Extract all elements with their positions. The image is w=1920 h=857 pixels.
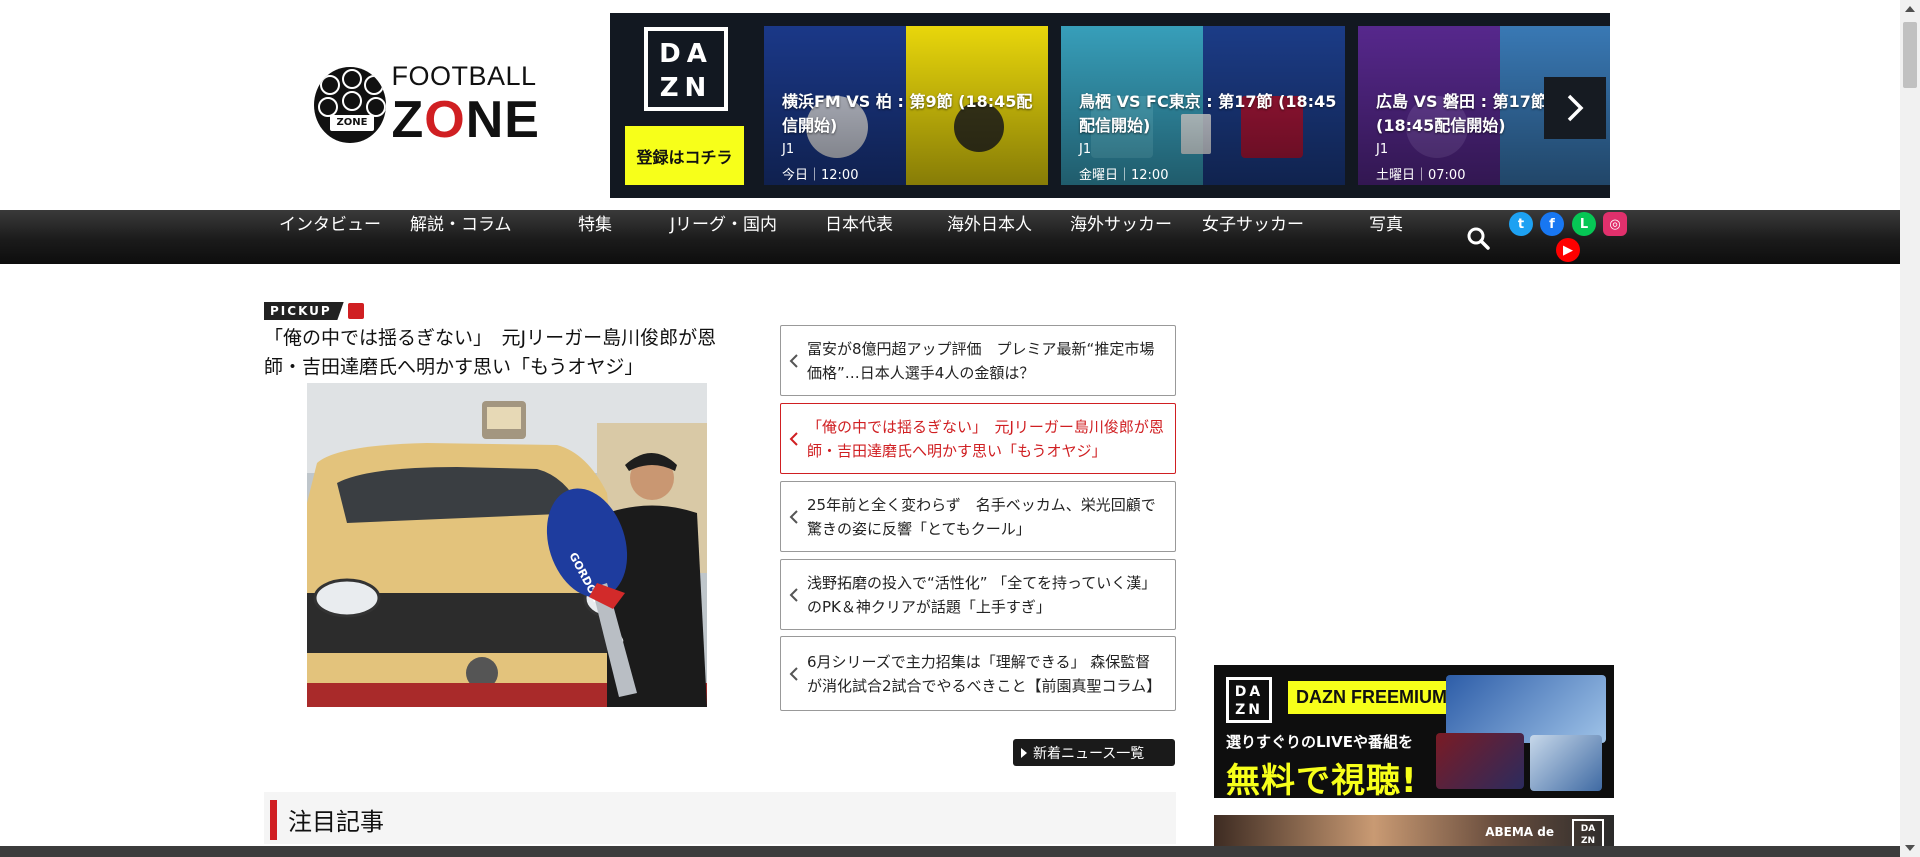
- nav-item-column[interactable]: 解説・コラム: [410, 210, 512, 264]
- news-title: 浅野拓磨の投入で“活性化” 「全てを持っていく漢」のPK＆神クリアが話題「上手す…: [807, 573, 1157, 616]
- next-match-button[interactable]: [1544, 77, 1606, 139]
- match-league: J1: [1079, 142, 1092, 157]
- match-time: 土曜日｜07:00: [1376, 168, 1466, 183]
- dazn-freemium-ad[interactable]: DA ZN DAZN FREEMIUM 選りすぐりのLIVEや番組を 無料で視聴…: [1214, 665, 1614, 798]
- nav-item-photo[interactable]: 写真: [1369, 210, 1403, 264]
- instagram-icon[interactable]: ◎: [1603, 212, 1627, 236]
- match-title: 鳥栖 VS FC東京 : 第17節 (18:45配信開始): [1079, 92, 1337, 135]
- match-time: 今日｜12:00: [782, 168, 859, 183]
- featured-heading-text: 注目記事: [288, 808, 384, 836]
- pickup-title[interactable]: 「俺の中では揺るぎない」 元Jリーガー島川俊郎が恩師・吉田達磨氏へ明かす思い「も…: [264, 324, 744, 382]
- nav-item-overseas-japanese[interactable]: 海外日本人: [947, 210, 1032, 264]
- logo-line1: FOOTBALL: [391, 60, 537, 91]
- search-icon[interactable]: [1466, 226, 1490, 250]
- match-time: 金曜日｜12:00: [1079, 168, 1169, 183]
- nav-item-jleague[interactable]: Jリーグ・国内: [670, 210, 777, 264]
- news-title: 「俺の中では揺るぎない」 元Jリーガー島川俊郎が恩師・吉田達磨氏へ明かす思い「も…: [807, 417, 1164, 460]
- bottom-bar: [0, 846, 1900, 857]
- pickup-image[interactable]: GORDON MILLER: [307, 383, 707, 707]
- chevron-left-icon: [789, 587, 798, 602]
- logo-line2: ZONE: [391, 90, 540, 149]
- dazn-register-button[interactable]: 登録はコチラ: [625, 126, 744, 185]
- page: ZONE FOOTBALL ZONE DA ZN 登録はコチラ 横浜FM VS …: [0, 0, 1920, 857]
- chevron-left-icon: [789, 353, 798, 368]
- ad-subtitle: 選りすぐりのLIVEや番組を: [1226, 733, 1413, 751]
- ad-player-photo: [1436, 733, 1524, 789]
- match-league: J1: [1376, 142, 1389, 157]
- facebook-icon[interactable]: f: [1540, 212, 1564, 236]
- dazn-logo: DA ZN: [644, 27, 728, 111]
- logo-wordmark: FOOTBALL ZONE: [392, 61, 540, 150]
- news-title: 6月シリーズで主力招集は「理解できる」 森保監督が消化試合2試合でやるべきこと【…: [807, 652, 1162, 695]
- ad-headline: 無料で視聴!: [1226, 761, 1418, 798]
- news-list-item[interactable]: 浅野拓磨の投入で“活性化” 「全てを持っていく漢」のPK＆神クリアが話題「上手す…: [780, 559, 1176, 630]
- twitter-icon[interactable]: t: [1509, 212, 1533, 236]
- ad-player-photo: [1530, 735, 1602, 791]
- football-logo-icon: ZONE: [314, 67, 386, 143]
- logo-ball-text: ZONE: [330, 115, 374, 131]
- featured-articles-heading: 注目記事: [264, 792, 1176, 844]
- main-nav: インタビュー 解説・コラム 特集 Jリーグ・国内 日本代表 海外日本人 海外サッ…: [0, 210, 1900, 264]
- match-league: J1: [782, 142, 795, 157]
- chevron-left-icon: [789, 431, 798, 446]
- dazn-freemium-badge: DAZN FREEMIUM: [1288, 681, 1455, 714]
- nav-item-womens-football[interactable]: 女子サッカー: [1202, 210, 1304, 264]
- chevron-left-icon: [789, 509, 798, 524]
- news-title: 25年前と全く変わらず 名手ベッカム、栄光回顧で驚きの姿に反響「とてもクール」: [807, 495, 1156, 538]
- news-list-item[interactable]: 冨安が8億円超アップ評価 プレミア最新“推定市場価格”…日本人選手4人の金額は？: [780, 325, 1176, 396]
- page-scrollbar[interactable]: [1900, 0, 1920, 857]
- dazn-logo: DA ZN: [1226, 677, 1272, 723]
- dazn-schedule-banner: DA ZN 登録はコチラ 横浜FM VS 柏 : 第9節 (18:45配信開始)…: [610, 13, 1610, 198]
- match-card[interactable]: 横浜FM VS 柏 : 第9節 (18:45配信開始) J1 今日｜12:00: [764, 26, 1048, 185]
- pickup-marker-icon: [347, 303, 364, 319]
- scroll-up-icon[interactable]: [1905, 6, 1915, 12]
- nav-item-overseas-football[interactable]: 海外サッカー: [1070, 210, 1172, 264]
- chevron-right-icon: [1567, 94, 1584, 122]
- site-logo[interactable]: ZONE FOOTBALL ZONE: [314, 61, 540, 149]
- triangle-right-icon: [1021, 747, 1027, 758]
- news-list-item[interactable]: 6月シリーズで主力招集は「理解できる」 森保監督が消化試合2試合でやるべきこと【…: [780, 636, 1176, 711]
- more-news-label: 新着ニュース一覧: [1033, 745, 1145, 762]
- news-title: 冨安が8億円超アップ評価 プレミア最新“推定市場価格”…日本人選手4人の金額は？: [807, 339, 1155, 382]
- abema-logo: ABEMA de: [1485, 825, 1554, 839]
- news-list-item[interactable]: 25年前と全く変わらず 名手ベッカム、栄光回顧で驚きの姿に反響「とてもクール」: [780, 481, 1176, 552]
- match-card[interactable]: 鳥栖 VS FC東京 : 第17節 (18:45配信開始) J1 金曜日｜12:…: [1061, 26, 1345, 185]
- nav-item-feature[interactable]: 特集: [578, 210, 612, 264]
- pickup-label: PICKUP: [264, 302, 364, 320]
- match-title: 横浜FM VS 柏 : 第9節 (18:45配信開始): [782, 92, 1033, 135]
- more-news-button[interactable]: 新着ニュース一覧: [1013, 739, 1175, 766]
- chevron-left-icon: [789, 666, 798, 681]
- nav-item-interview[interactable]: インタビュー: [279, 210, 381, 264]
- scrollbar-thumb[interactable]: [1903, 22, 1917, 88]
- heading-accent-bar: [270, 800, 277, 840]
- line-icon[interactable]: L: [1572, 212, 1596, 236]
- scroll-down-icon[interactable]: [1905, 845, 1915, 851]
- pickup-photo: GORDON MILLER: [307, 383, 707, 707]
- news-list-item-active[interactable]: 「俺の中では揺るぎない」 元Jリーガー島川俊郎が恩師・吉田達磨氏へ明かす思い「も…: [780, 403, 1176, 474]
- nav-item-national-team[interactable]: 日本代表: [825, 210, 893, 264]
- youtube-icon[interactable]: ▶: [1556, 238, 1580, 262]
